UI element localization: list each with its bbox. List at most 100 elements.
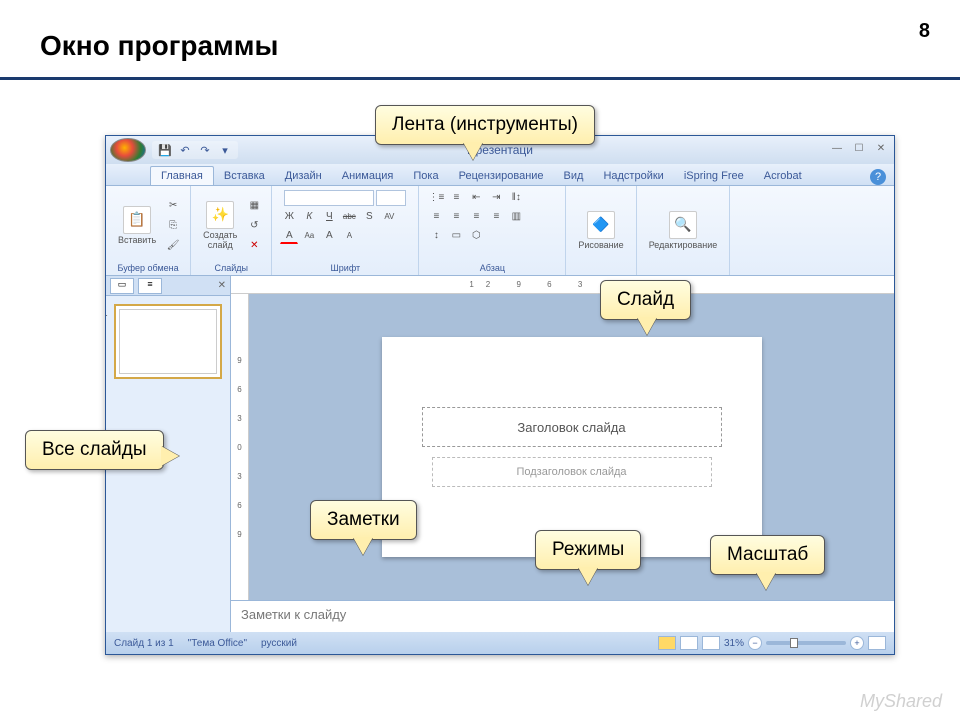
tab-review[interactable]: Рецензирование [449, 167, 554, 185]
watermark-text: MyShared [860, 691, 942, 712]
slide-title-placeholder[interactable]: Заголовок слайда [422, 407, 722, 447]
tab-ispring[interactable]: iSpring Free [674, 167, 754, 185]
line-spacing-button[interactable]: ‖↕ [507, 190, 525, 206]
save-icon[interactable]: 💾 [158, 143, 172, 157]
delete-slide-icon[interactable]: ✕ [245, 238, 263, 254]
italic-button[interactable]: К [300, 209, 318, 225]
tab-acrobat[interactable]: Acrobat [754, 167, 812, 185]
align-right-button[interactable]: ≡ [467, 209, 485, 225]
panel-close-icon[interactable]: ✕ [218, 280, 226, 291]
callout-slide: Слайд [600, 280, 691, 320]
panel-tabs: ▭ ≡ ✕ [106, 276, 230, 296]
vertical-ruler: 9 6 3 0 3 6 9 [231, 294, 249, 600]
paste-icon: 📋 [123, 206, 151, 234]
view-sorter-button[interactable] [680, 636, 698, 650]
fit-to-window-button[interactable] [868, 636, 886, 650]
slide[interactable]: Заголовок слайда Подзаголовок слайда [382, 337, 762, 557]
zoom-slider[interactable] [766, 641, 846, 645]
window-controls: — ☐ ✕ [828, 143, 890, 157]
status-slide-count: Слайд 1 из 1 [114, 638, 174, 649]
align-text-button[interactable]: ▭ [447, 228, 465, 244]
ribbon-tabs: Главная Вставка Дизайн Анимация Пока Рец… [106, 164, 894, 186]
find-icon: 🔍 [669, 211, 697, 239]
underline-button[interactable]: Ч [320, 209, 338, 225]
justify-button[interactable]: ≡ [487, 209, 505, 225]
cut-icon[interactable]: ✂ [164, 198, 182, 214]
ribbon-group-clipboard: 📋 Вставить ✂ ⎘ 🖌 Буфер обмена [106, 186, 191, 275]
powerpoint-window: 💾 ↶ ↷ ▾ Презентаци — ☐ ✕ Главная Вставка… [105, 135, 895, 655]
status-theme: "Тема Office" [188, 638, 247, 649]
maximize-button[interactable]: ☐ [850, 143, 868, 157]
slide-thumbnail[interactable]: 1 [114, 304, 222, 379]
qat-dropdown-icon[interactable]: ▾ [218, 143, 232, 157]
zoom-in-button[interactable]: + [850, 636, 864, 650]
ribbon-group-editing: 🔍 Редактирование [637, 186, 731, 275]
font-family-select[interactable] [284, 190, 374, 206]
ribbon-group-paragraph: ⋮≡ ≡ ⇤ ⇥ ‖↕ ≡ ≡ ≡ ≡ ▥ ↕ ▭ ⬡ [419, 186, 566, 275]
text-direction-button[interactable]: ↕ [427, 228, 445, 244]
reset-icon[interactable]: ↺ [245, 218, 263, 234]
bold-button[interactable]: Ж [280, 209, 298, 225]
tab-addins[interactable]: Надстройки [593, 167, 673, 185]
shadow-button[interactable]: S [360, 209, 378, 225]
zoom-thumb[interactable] [790, 638, 798, 648]
view-normal-button[interactable] [658, 636, 676, 650]
zoom-out-button[interactable]: − [748, 636, 762, 650]
shrink-font-button[interactable]: A [340, 228, 358, 244]
help-icon[interactable]: ? [870, 169, 886, 185]
undo-icon[interactable]: ↶ [178, 143, 192, 157]
status-bar: Слайд 1 из 1 "Тема Office" русский 31% −… [106, 632, 894, 654]
layout-icon[interactable]: ▦ [245, 198, 263, 214]
copy-icon[interactable]: ⎘ [164, 218, 182, 234]
drawing-button[interactable]: 🔷 Рисование [574, 209, 627, 253]
minimize-button[interactable]: — [828, 143, 846, 157]
close-button[interactable]: ✕ [872, 143, 890, 157]
paste-button[interactable]: 📋 Вставить [114, 204, 160, 248]
ribbon: 📋 Вставить ✂ ⎘ 🖌 Буфер обмена ✨ Создать … [106, 186, 894, 276]
new-slide-icon: ✨ [206, 201, 234, 229]
align-center-button[interactable]: ≡ [447, 209, 465, 225]
bullets-button[interactable]: ⋮≡ [427, 190, 445, 206]
ribbon-group-font: Ж К Ч abc S AV A Aa A A Шрифт [272, 186, 419, 275]
tab-animation[interactable]: Анимация [332, 167, 404, 185]
slides-tab-icon[interactable]: ▭ [110, 278, 134, 294]
thumb-preview [119, 309, 217, 374]
outline-tab-icon[interactable]: ≡ [138, 278, 162, 294]
office-button[interactable] [110, 138, 146, 162]
tab-slideshow[interactable]: Пока [403, 167, 448, 185]
slide-subtitle-placeholder[interactable]: Подзаголовок слайда [432, 457, 712, 487]
drawing-icon: 🔷 [587, 211, 615, 239]
editing-button[interactable]: 🔍 Редактирование [645, 209, 722, 253]
char-spacing-button[interactable]: AV [380, 209, 398, 225]
ribbon-group-drawing: 🔷 Рисование [566, 186, 636, 275]
change-case-button[interactable]: Aa [300, 228, 318, 244]
indent-inc-button[interactable]: ⇥ [487, 190, 505, 206]
strike-button[interactable]: abc [340, 209, 358, 225]
indent-dec-button[interactable]: ⇤ [467, 190, 485, 206]
callout-modes: Режимы [535, 530, 641, 570]
align-left-button[interactable]: ≡ [427, 209, 445, 225]
notes-pane[interactable]: Заметки к слайду [231, 600, 894, 632]
numbering-button[interactable]: ≡ [447, 190, 465, 206]
ribbon-group-slides: ✨ Создать слайд ▦ ↺ ✕ Слайды [191, 186, 272, 275]
tab-insert[interactable]: Вставка [214, 167, 275, 185]
view-slideshow-button[interactable] [702, 636, 720, 650]
tab-home[interactable]: Главная [150, 166, 214, 185]
quick-access-toolbar: 💾 ↶ ↷ ▾ [152, 141, 238, 159]
format-painter-icon[interactable]: 🖌 [164, 238, 182, 254]
font-size-select[interactable] [376, 190, 406, 206]
tab-view[interactable]: Вид [554, 167, 594, 185]
smartart-button[interactable]: ⬡ [467, 228, 485, 244]
grow-font-button[interactable]: A [320, 228, 338, 244]
callout-zoom: Масштаб [710, 535, 825, 575]
font-color-button[interactable]: A [280, 228, 298, 244]
status-language[interactable]: русский [261, 638, 297, 649]
zoom-percent[interactable]: 31% [724, 638, 744, 649]
new-slide-button[interactable]: ✨ Создать слайд [199, 199, 241, 253]
horizontal-ruler: 12 9 6 3 0 3 [231, 276, 894, 294]
tab-design[interactable]: Дизайн [275, 167, 332, 185]
callout-notes: Заметки [310, 500, 417, 540]
columns-button[interactable]: ▥ [507, 209, 525, 225]
callout-ribbon: Лента (инструменты) [375, 105, 595, 145]
redo-icon[interactable]: ↷ [198, 143, 212, 157]
